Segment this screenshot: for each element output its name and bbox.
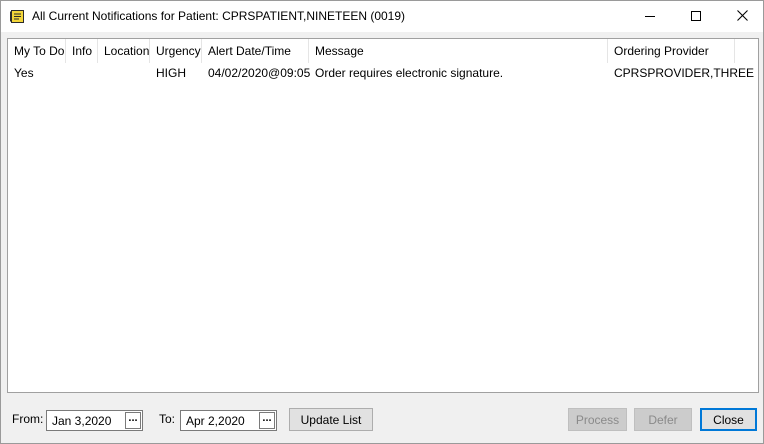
column-header-location[interactable]: Location — [98, 39, 150, 63]
minimize-icon — [645, 10, 655, 24]
title-bar[interactable]: All Current Notifications for Patient: C… — [1, 1, 763, 32]
from-date-field[interactable]: Jan 3,2020 ... — [46, 410, 143, 431]
close-button[interactable]: Close — [700, 408, 757, 431]
from-date-picker-button[interactable]: ... — [125, 412, 141, 429]
to-date-picker-button[interactable]: ... — [259, 412, 275, 429]
cell-urgency: HIGH — [156, 66, 186, 80]
window-close-button[interactable] — [719, 1, 764, 32]
process-button[interactable]: Process — [568, 408, 627, 431]
to-label: To: — [159, 412, 176, 426]
defer-button[interactable]: Defer — [634, 408, 692, 431]
cell-alert-date-time: 04/02/2020@09:05 — [208, 66, 311, 80]
cell-message: Order requires electronic signature. — [315, 66, 504, 80]
from-label: From: — [12, 412, 44, 426]
update-list-button[interactable]: Update List — [289, 408, 373, 431]
notifications-list[interactable]: My To Do Info Location Urgency Alert Dat… — [7, 38, 759, 393]
column-header-info[interactable]: Info — [66, 39, 98, 63]
to-date-value: Apr 2,2020 — [186, 414, 245, 428]
column-header-ordering-provider[interactable]: Ordering Provider — [608, 39, 735, 63]
cell-info — [66, 63, 98, 83]
notifications-window: All Current Notifications for Patient: C… — [0, 0, 764, 444]
cell-location — [98, 63, 150, 83]
column-header-message[interactable]: Message — [309, 39, 608, 63]
window-title: All Current Notifications for Patient: C… — [32, 9, 406, 23]
table-row[interactable]: Yes HIGH 04/02/2020@09:05 Order requires… — [8, 63, 758, 83]
minimize-button[interactable] — [627, 1, 673, 32]
notification-app-icon — [9, 8, 26, 25]
maximize-button[interactable] — [673, 1, 719, 32]
cell-ordering-provider: CPRSPROVIDER,THREE — [614, 66, 755, 80]
close-icon — [736, 9, 748, 24]
from-date-value: Jan 3,2020 — [52, 414, 112, 428]
list-header: My To Do Info Location Urgency Alert Dat… — [8, 39, 758, 63]
maximize-icon — [691, 10, 701, 24]
column-header-my-to-do[interactable]: My To Do — [8, 39, 66, 63]
column-header-alert-date-time[interactable]: Alert Date/Time — [202, 39, 309, 63]
to-date-field[interactable]: Apr 2,2020 ... — [180, 410, 277, 431]
cell-my-to-do: Yes — [14, 66, 34, 80]
column-header-urgency[interactable]: Urgency — [150, 39, 202, 63]
